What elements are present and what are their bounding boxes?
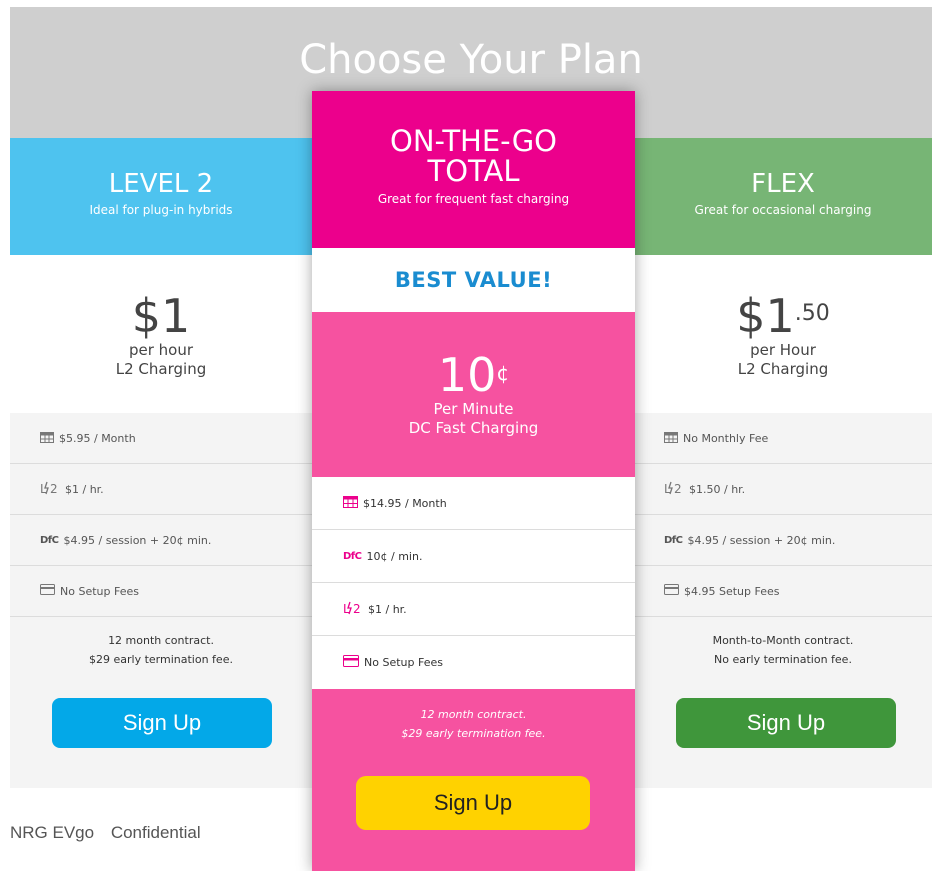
price-desc: L2 Charging [115, 360, 207, 378]
svg-text:2: 2 [674, 482, 682, 495]
plan-name: ON-THE-GO TOTAL [390, 124, 557, 188]
plan-card-on-the-go-total: ON-THE-GO TOTAL Great for frequent fast … [312, 91, 635, 871]
page-title: Choose Your Plan [299, 37, 643, 83]
feature-row: $5.95 / Month [10, 413, 312, 464]
price-desc: L2 Charging [737, 360, 829, 378]
svg-text:2: 2 [50, 482, 58, 495]
signup-button-level2[interactable]: Sign Up [52, 698, 272, 748]
price: $1.50 [736, 289, 830, 343]
termination-fee-line: $29 early termination fee. [89, 653, 233, 666]
plan-name: LEVEL 2 [108, 169, 214, 199]
calendar-icon [40, 431, 54, 446]
feature-text: $5.95 / Month [59, 431, 136, 445]
dc-fast-charging-icon: DfC [664, 534, 683, 546]
feature-row: L2 $1.50 / hr. [634, 464, 932, 515]
feature-text: $4.95 / session + 20¢ min. [63, 533, 212, 547]
contract-line: 12 month contract. [108, 634, 214, 647]
contract-terms: Month-to-Month contract. No early termin… [634, 617, 932, 669]
footer-confidential: Confidential [110, 823, 201, 842]
l2-charging-icon: L2 [664, 481, 684, 498]
feature-row: DfC $4.95 / session + 20¢ min. [10, 515, 312, 566]
contract-line: Month-to-Month contract. [712, 634, 854, 647]
signup-button-on-the-go-total[interactable]: Sign Up [356, 776, 590, 830]
feature-row: $14.95 / Month [312, 477, 635, 530]
feature-row: L2 $1 / hr. [10, 464, 312, 515]
feature-text: $4.95 / session + 20¢ min. [687, 533, 836, 547]
feature-row: No Setup Fees [312, 636, 635, 689]
plan-name: FLEX [751, 169, 815, 199]
feature-text: 10¢ / min. [366, 549, 423, 563]
price-desc: DC Fast Charging [408, 419, 539, 437]
signup-button-flex[interactable]: Sign Up [676, 698, 896, 748]
price-area: $1 per hour L2 Charging [10, 255, 312, 413]
contract-terms: 12 month contract. $29 early termination… [10, 617, 312, 669]
credit-card-icon [40, 584, 55, 598]
price: 10¢ [437, 348, 510, 402]
feature-text: $1 / hr. [65, 482, 104, 496]
feature-row: DfC 10¢ / min. [312, 530, 635, 583]
best-value-badge: BEST VALUE! [312, 248, 635, 312]
credit-card-icon [664, 584, 679, 598]
calendar-icon [664, 431, 678, 446]
feature-text: No Setup Fees [60, 584, 139, 598]
l2-charging-icon: L2 [40, 481, 60, 498]
dc-fast-charging-icon: DfC [343, 550, 362, 562]
l2-charging-icon: L2 [343, 601, 363, 618]
feature-row: L2 $1 / hr. [312, 583, 635, 636]
plan-subtitle: Ideal for plug-in hybrids [89, 203, 233, 217]
price-unit: per hour [128, 341, 194, 359]
footer: NRG EVgo Confidential [10, 823, 201, 843]
plan-subtitle: Great for occasional charging [694, 203, 872, 217]
credit-card-icon [343, 655, 359, 670]
dc-fast-charging-icon: DfC [40, 534, 59, 546]
price-unit: per Hour [750, 341, 816, 359]
svg-text:2: 2 [353, 602, 361, 615]
contract-line: 12 month contract. [420, 708, 527, 721]
feature-text: $1.50 / hr. [689, 482, 746, 496]
plan-header: FLEX Great for occasional charging [634, 138, 932, 255]
plan-card-level2: LEVEL 2 Ideal for plug-in hybrids $1 per… [10, 138, 312, 788]
termination-fee-line: $29 early termination fee. [401, 727, 546, 740]
plan-subtitle: Great for frequent fast charging [377, 192, 570, 206]
feature-text: $1 / hr. [368, 602, 407, 616]
calendar-icon [343, 495, 358, 511]
feature-row: No Setup Fees [10, 566, 312, 617]
feature-row: $4.95 Setup Fees [634, 566, 932, 617]
feature-text: No Monthly Fee [683, 431, 769, 445]
plan-card-flex: FLEX Great for occasional charging $1.50… [634, 138, 932, 788]
price-area: $1.50 per Hour L2 Charging [634, 255, 932, 413]
footer-company: NRG EVgo [10, 823, 95, 842]
feature-text: $4.95 Setup Fees [684, 584, 780, 598]
plan-header: ON-THE-GO TOTAL Great for frequent fast … [312, 91, 635, 248]
feature-text: No Setup Fees [364, 656, 443, 669]
feature-text: $14.95 / Month [363, 496, 447, 510]
feature-list: $14.95 / Month DfC 10¢ / min. L2 $1 / hr… [312, 477, 635, 689]
plan-header: LEVEL 2 Ideal for plug-in hybrids [10, 138, 312, 255]
contract-terms: 12 month contract. $29 early termination… [312, 689, 635, 743]
termination-fee-line: No early termination fee. [714, 653, 852, 666]
feature-row: DfC $4.95 / session + 20¢ min. [634, 515, 932, 566]
price-area: 10¢ Per Minute DC Fast Charging [312, 312, 635, 477]
feature-row: No Monthly Fee [634, 413, 932, 464]
price: $1 [131, 289, 191, 343]
price-unit: Per Minute [433, 400, 514, 418]
